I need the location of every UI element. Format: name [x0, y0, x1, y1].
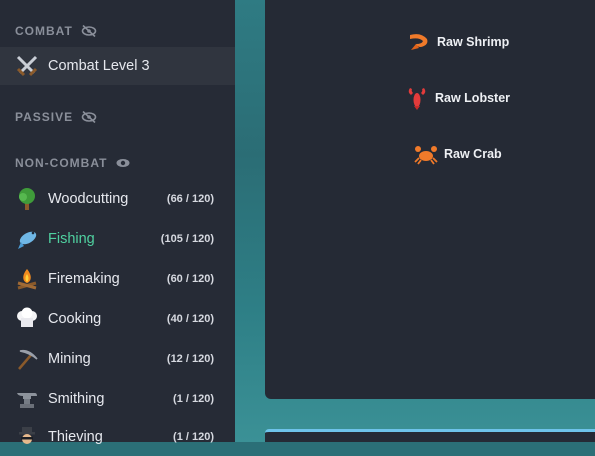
skill-count: (40 / 120): [166, 313, 214, 325]
skill-label: Firemaking: [48, 271, 120, 287]
skill-label: Thieving: [48, 429, 103, 445]
skill-count: (12 / 120): [166, 353, 214, 365]
noncombat-header-label: NON-COMBAT: [15, 156, 108, 170]
item-label: Raw Crab: [444, 147, 502, 161]
combat-section-header[interactable]: COMBAT: [15, 23, 97, 39]
bottom-card-edge: [265, 429, 595, 442]
skill-count: (60 / 120): [166, 273, 214, 285]
fish-icon: [14, 226, 40, 252]
sidebar-item-firemaking[interactable]: Firemaking (60 / 120): [0, 260, 235, 298]
pickaxe-icon: [14, 346, 40, 372]
item-raw-crab[interactable]: Raw Crab: [414, 142, 502, 166]
cooking-items-panel: Raw Shrimp Raw Lobster Raw Crab: [265, 0, 595, 399]
skill-count: (66 / 120): [166, 193, 214, 205]
skill-label: Smithing: [48, 391, 105, 407]
skill-count: (1 / 120): [173, 393, 214, 405]
sidebar-item-smithing[interactable]: Smithing (1 / 120): [0, 380, 235, 418]
skill-count: (1 / 120): [173, 431, 214, 443]
thief-icon: [14, 424, 40, 450]
item-label: Raw Lobster: [435, 91, 511, 105]
skill-count: (105 / 120): [160, 233, 214, 245]
tree-icon: [14, 186, 40, 212]
sidebar-item-combat-level[interactable]: Combat Level 3: [0, 47, 235, 85]
crossed-swords-icon: [14, 53, 40, 79]
skill-label: Woodcutting: [48, 191, 129, 207]
sidebar-item-fishing[interactable]: Fishing (105 / 120): [0, 220, 235, 258]
eye-slash-icon[interactable]: [81, 111, 97, 123]
sidebar-item-woodcutting[interactable]: Woodcutting (66 / 120): [0, 180, 235, 218]
skill-label: Mining: [48, 351, 91, 367]
eye-icon[interactable]: [115, 157, 131, 169]
campfire-icon: [14, 266, 40, 292]
item-label: Raw Shrimp: [437, 35, 510, 49]
skill-label: Cooking: [48, 311, 102, 327]
chef-hat-icon: [14, 306, 40, 332]
combat-level-label: Combat Level 3: [48, 58, 150, 74]
item-raw-shrimp[interactable]: Raw Shrimp: [407, 30, 509, 54]
item-raw-lobster[interactable]: Raw Lobster: [405, 86, 510, 110]
lobster-icon: [405, 86, 429, 110]
crab-icon: [414, 142, 438, 166]
noncombat-section-header[interactable]: NON-COMBAT: [15, 155, 131, 171]
sidebar-item-cooking[interactable]: Cooking (40 / 120): [0, 300, 235, 338]
passive-header-label: PASSIVE: [15, 110, 74, 124]
passive-section-header[interactable]: PASSIVE: [15, 109, 97, 125]
sidebar-item-thieving[interactable]: Thieving (1 / 120): [0, 418, 235, 456]
shrimp-icon: [407, 30, 431, 54]
anvil-icon: [14, 386, 40, 412]
sidebar: COMBAT Combat Level 3 PASSIVE NON-COMBAT: [0, 0, 235, 445]
combat-header-label: COMBAT: [15, 24, 73, 38]
skill-label: Fishing: [48, 231, 95, 247]
eye-slash-icon[interactable]: [81, 25, 97, 37]
sidebar-item-mining[interactable]: Mining (12 / 120): [0, 340, 235, 378]
